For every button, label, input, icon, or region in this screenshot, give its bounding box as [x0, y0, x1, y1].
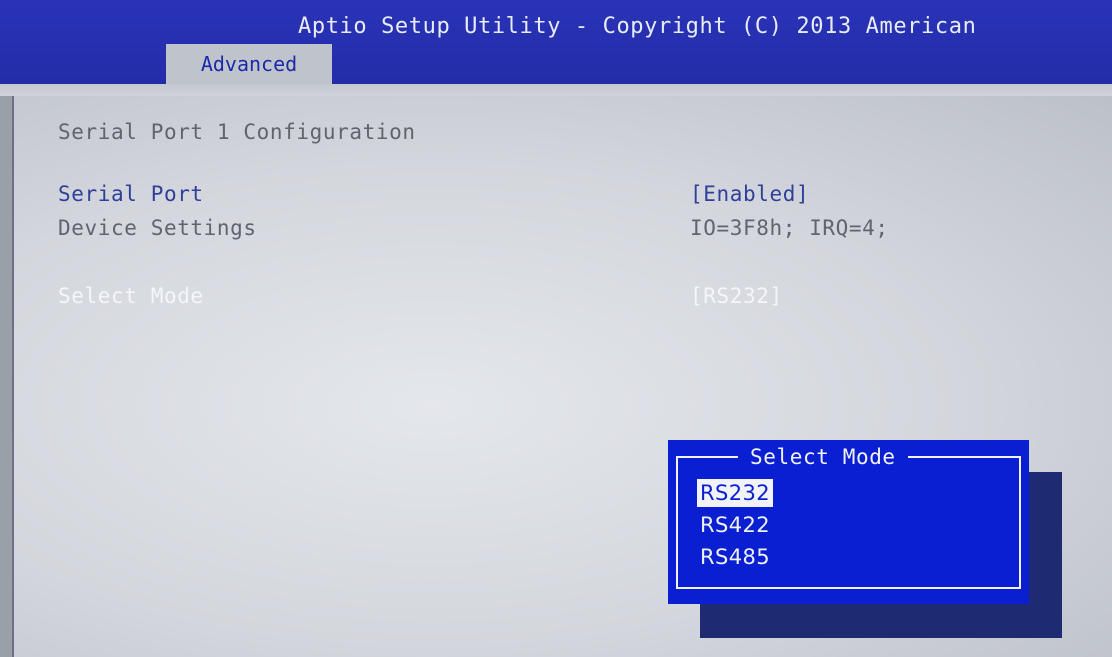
- setting-value-device-settings: IO=3F8h; IRQ=4;: [690, 216, 889, 240]
- popup-option-rs232[interactable]: RS232: [697, 479, 774, 507]
- setting-label-device-settings: Device Settings: [58, 216, 257, 240]
- popup-option-rs485[interactable]: RS485: [697, 543, 773, 571]
- setting-value-select-mode[interactable]: [RS232]: [690, 284, 783, 308]
- header-divider: [0, 84, 1112, 96]
- tab-advanced[interactable]: Advanced: [166, 44, 332, 84]
- header-bar: Aptio Setup Utility - Copyright (C) 2013…: [0, 0, 1112, 84]
- setting-value-serial-port[interactable]: [Enabled]: [690, 182, 809, 206]
- app-title: Aptio Setup Utility - Copyright (C) 2013…: [298, 14, 977, 39]
- bios-setup-screen: Aptio Setup Utility - Copyright (C) 2013…: [0, 0, 1112, 657]
- setting-label-select-mode[interactable]: Select Mode: [58, 284, 204, 308]
- popup-option-rs422[interactable]: RS422: [697, 511, 773, 539]
- setting-label-serial-port[interactable]: Serial Port: [58, 182, 204, 206]
- popup-title: Select Mode: [738, 445, 908, 469]
- section-title: Serial Port 1 Configuration: [58, 120, 416, 144]
